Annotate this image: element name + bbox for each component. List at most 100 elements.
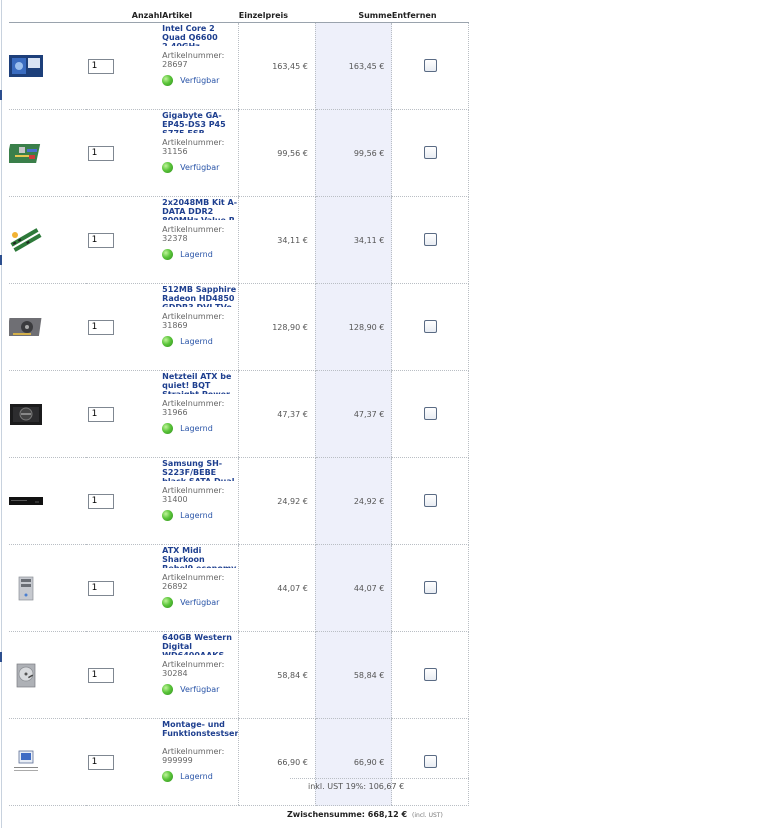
article-number-label: Artikelnummer: — [162, 312, 225, 321]
quantity-input[interactable] — [87, 58, 114, 74]
availability-status[interactable]: Lagernd — [180, 337, 213, 346]
availability-status[interactable]: Verfügbar — [180, 163, 219, 172]
col-header-einzelpreis: Einzelpreis — [238, 8, 316, 23]
product-thumbnail[interactable] — [9, 631, 86, 719]
availability: Verfügbar — [162, 75, 238, 86]
article-number-value: 31156 — [162, 147, 188, 156]
quantity-input[interactable] — [87, 754, 114, 770]
article-number-label: Artikelnummer: — [162, 138, 225, 147]
line-total: 47,37 € — [315, 370, 392, 458]
article-number: Artikelnummer: 28697 — [162, 51, 238, 69]
unit-price: 24,92 € — [238, 457, 316, 545]
availability-status[interactable]: Lagernd — [180, 424, 213, 433]
product-title-link[interactable]: Gigabyte GA-EP45-DS3 P45 S775 FSB 1600MH… — [162, 111, 238, 133]
availability-status[interactable]: Lagernd — [180, 250, 213, 259]
remove-checkbox[interactable] — [423, 319, 437, 333]
product-thumbnail[interactable] — [9, 457, 86, 545]
line-total: 44,07 € — [315, 544, 392, 632]
remove-cell — [391, 22, 469, 110]
article-number-value: 28697 — [162, 60, 188, 69]
remove-checkbox[interactable] — [423, 232, 437, 246]
availability: Lagernd — [162, 336, 238, 347]
unit-price: 66,90 € — [238, 718, 316, 806]
quantity-cell — [85, 22, 163, 110]
availability-dot-icon — [162, 336, 174, 347]
product-thumbnail[interactable] — [9, 544, 86, 632]
quantity-input[interactable] — [87, 145, 114, 161]
article-number-value: 31400 — [162, 495, 188, 504]
product-title-link[interactable]: 640GB Western Digital WD6400AAKS 16MB SA… — [162, 633, 238, 655]
remove-checkbox[interactable] — [423, 667, 437, 681]
quantity-cell — [85, 283, 163, 371]
availability-status[interactable]: Lagernd — [180, 772, 213, 781]
cart-row: 512MB Sapphire Radeon HD4850 GDDR3 DVI T… — [9, 283, 469, 371]
remove-checkbox[interactable] — [423, 145, 437, 159]
remove-checkbox[interactable] — [423, 580, 437, 594]
quantity-input[interactable] — [87, 232, 114, 248]
quantity-input[interactable] — [87, 406, 114, 422]
availability-status[interactable]: Verfügbar — [180, 76, 219, 85]
line-total: 58,84 € — [315, 631, 392, 719]
article-number-value: 26892 — [162, 582, 188, 591]
article-number-value: 31869 — [162, 321, 188, 330]
article-number: Artikelnummer: 31869 — [162, 312, 238, 330]
article-number: Artikelnummer: 31156 — [162, 138, 238, 156]
product-title-link[interactable]: Intel Core 2 Quad Q6600 2.40GHz 1066MHz … — [162, 24, 238, 46]
remove-cell — [391, 283, 469, 371]
quantity-cell — [85, 544, 163, 632]
availability-dot-icon — [162, 597, 174, 608]
product-thumbnail[interactable] — [9, 109, 86, 197]
subtotal-note: (incl. UST) — [412, 812, 443, 819]
availability-status[interactable]: Verfügbar — [180, 685, 219, 694]
availability-dot-icon — [162, 684, 174, 695]
product-title-link[interactable]: ATX Midi Sharkoon Rebel9 economy silver … — [162, 546, 238, 568]
product-title-link[interactable]: Netzteil ATX be quiet! BQT Straight Powe… — [162, 372, 238, 394]
article-number: Artikelnummer: 30284 — [162, 660, 238, 678]
product-title-link[interactable]: 2x2048MB Kit A-DATA DDR2 800MHz Value R — [162, 198, 238, 220]
col-header-summe: Summe — [315, 8, 392, 23]
ust-total: inkl. UST 19%: 106,67 € — [308, 782, 405, 791]
col-header-entfernen: Entfernen — [391, 8, 469, 23]
article-number: Artikelnummer: 26892 — [162, 573, 238, 591]
remove-checkbox[interactable] — [423, 754, 437, 768]
availability-status[interactable]: Verfügbar — [180, 598, 219, 607]
article-number-value: 30284 — [162, 669, 188, 678]
nav-marker — [0, 90, 2, 100]
article-number: Artikelnummer: 32378 — [162, 225, 238, 243]
availability: Lagernd — [162, 771, 238, 782]
availability-dot-icon — [162, 75, 174, 86]
availability: Lagernd — [162, 423, 238, 434]
unit-price: 47,37 € — [238, 370, 316, 458]
unit-price: 44,07 € — [238, 544, 316, 632]
product-info: 2x2048MB Kit A-DATA DDR2 800MHz Value R A… — [162, 196, 239, 284]
product-thumbnail[interactable] — [9, 22, 86, 110]
availability-status[interactable]: Lagernd — [180, 511, 213, 520]
line-total: 24,92 € — [315, 457, 392, 545]
unit-price: 34,11 € — [238, 196, 316, 284]
product-thumbnail[interactable] — [9, 370, 86, 458]
quantity-input[interactable] — [87, 667, 114, 683]
availability: Verfügbar — [162, 684, 238, 695]
product-title-link[interactable]: 512MB Sapphire Radeon HD4850 GDDR3 DVI T… — [162, 285, 238, 307]
remove-checkbox[interactable] — [423, 493, 437, 507]
quantity-input[interactable] — [87, 319, 114, 335]
product-thumbnail[interactable] — [9, 283, 86, 371]
product-title-link[interactable]: Montage- und Funktionstestservice — [162, 720, 238, 742]
product-info: Montage- und Funktionstestservice Artikel… — [162, 718, 239, 806]
cart-row: Netzteil ATX be quiet! BQT Straight Powe… — [9, 370, 469, 458]
product-thumbnail[interactable] — [9, 718, 86, 806]
subtotal: Zwischensumme: 668,12 € (incl. UST) — [287, 810, 443, 819]
article-number-label: Artikelnummer: — [162, 486, 225, 495]
product-title-link[interactable]: Samsung SH-S223F/BEBE black SATA Dual La… — [162, 459, 238, 481]
product-info: 512MB Sapphire Radeon HD4850 GDDR3 DVI T… — [162, 283, 239, 371]
cart-row: 640GB Western Digital WD6400AAKS 16MB SA… — [9, 631, 469, 719]
quantity-cell — [85, 109, 163, 197]
col-header-artikel: Artikel — [162, 8, 239, 23]
quantity-input[interactable] — [87, 580, 114, 596]
remove-checkbox[interactable] — [423, 406, 437, 420]
quantity-input[interactable] — [87, 493, 114, 509]
article-number-label: Artikelnummer: — [162, 51, 225, 60]
remove-checkbox[interactable] — [423, 58, 437, 72]
availability: Verfügbar — [162, 162, 238, 173]
product-thumbnail[interactable] — [9, 196, 86, 284]
